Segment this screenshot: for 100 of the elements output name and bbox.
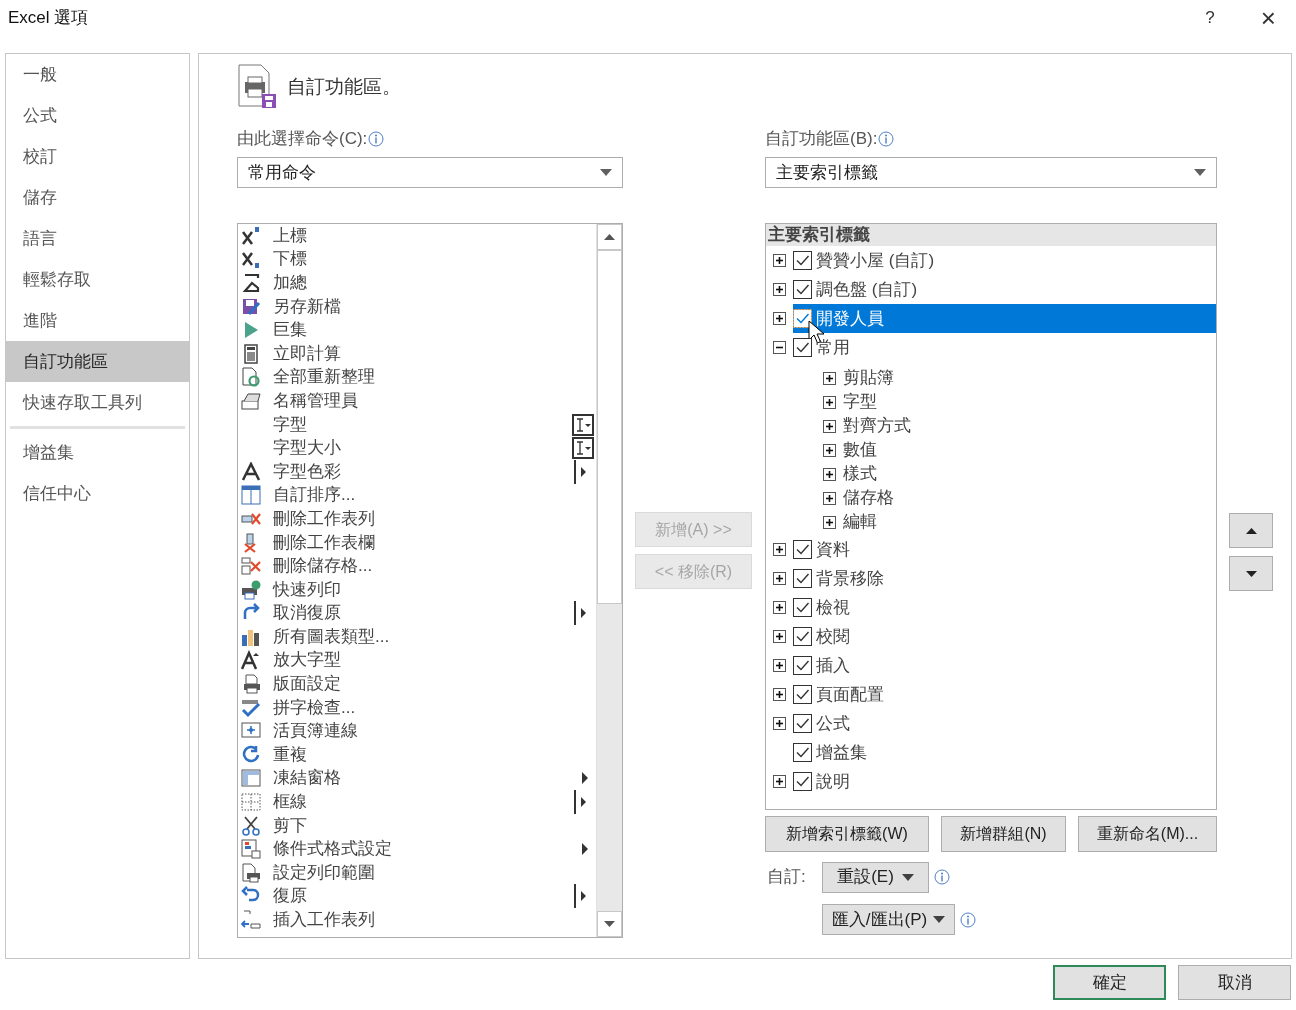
- expand-icon[interactable]: [823, 467, 836, 481]
- close-button[interactable]: ×: [1260, 5, 1276, 31]
- tree-item[interactable]: 公式: [793, 709, 1216, 738]
- tree-item[interactable]: 增益集: [793, 738, 1216, 767]
- command-item[interactable]: 重複: [273, 743, 307, 766]
- command-item[interactable]: 快速列印: [273, 578, 341, 601]
- move-up-button[interactable]: [1229, 513, 1273, 548]
- sidebar-item[interactable]: 儲存: [6, 177, 189, 218]
- tree-item[interactable]: 開發人員: [793, 304, 1216, 333]
- tree-item[interactable]: 儲存格: [843, 485, 894, 511]
- command-item[interactable]: 上標: [273, 224, 307, 247]
- expand-icon[interactable]: [823, 443, 836, 457]
- checkbox[interactable]: [793, 280, 812, 299]
- command-item[interactable]: 名稱管理員: [273, 389, 358, 412]
- command-item[interactable]: 版面設定: [273, 673, 341, 696]
- expand-icon[interactable]: [773, 688, 786, 701]
- tree-action-button[interactable]: 重新命名(M)...: [1078, 816, 1217, 852]
- sidebar-item[interactable]: 快速存取工具列: [6, 382, 189, 423]
- reset-dropdown-button[interactable]: 重設(E): [822, 861, 929, 893]
- command-item[interactable]: 字型大小: [273, 437, 341, 460]
- command-item[interactable]: 加總: [273, 272, 307, 294]
- expand-icon[interactable]: [773, 601, 786, 614]
- command-item[interactable]: 字型色彩: [273, 460, 341, 483]
- command-item[interactable]: 條件式格式設定: [273, 838, 392, 861]
- sidebar-item[interactable]: 語言: [6, 218, 189, 259]
- expand-icon[interactable]: [773, 630, 786, 643]
- tree-action-button[interactable]: 新增索引標籤(W): [765, 816, 929, 852]
- checkbox[interactable]: [793, 338, 812, 357]
- command-item[interactable]: 插入工作表列: [273, 909, 375, 931]
- tree-item[interactable]: 校閱: [793, 622, 1216, 651]
- command-item[interactable]: 凍結窗格: [273, 767, 341, 790]
- scrollbar[interactable]: [596, 224, 622, 937]
- tree-item[interactable]: 資料: [793, 535, 1216, 564]
- command-item[interactable]: 所有圖表類型...: [273, 625, 390, 648]
- sidebar-item[interactable]: 信任中心: [6, 473, 189, 514]
- checkbox[interactable]: [793, 309, 812, 328]
- import-export-dropdown-button[interactable]: 匯入/匯出(P): [822, 904, 955, 935]
- command-item[interactable]: 刪除工作表列: [273, 507, 375, 530]
- expand-icon[interactable]: [773, 543, 786, 556]
- command-item[interactable]: 另存新檔: [273, 295, 341, 318]
- help-button[interactable]: ?: [1205, 5, 1215, 31]
- sidebar-item[interactable]: 進階: [6, 300, 189, 341]
- checkbox[interactable]: [793, 743, 812, 762]
- command-item[interactable]: 自訂排序...: [273, 484, 356, 507]
- command-item[interactable]: 活頁簿連線: [273, 720, 358, 743]
- move-down-button[interactable]: [1229, 556, 1273, 591]
- expand-icon[interactable]: [823, 515, 836, 529]
- command-item[interactable]: 設定列印範圍: [273, 861, 375, 884]
- sidebar-item[interactable]: 自訂功能區: [6, 341, 189, 382]
- command-item[interactable]: 放大字型: [273, 649, 341, 672]
- expand-icon[interactable]: [823, 371, 836, 385]
- expand-icon[interactable]: [773, 572, 786, 585]
- checkbox[interactable]: [793, 598, 812, 617]
- sidebar-item[interactable]: 增益集: [6, 432, 189, 473]
- checkbox[interactable]: [793, 251, 812, 270]
- tree-item[interactable]: 編輯: [843, 509, 877, 535]
- tree-item[interactable]: 常用: [793, 333, 1216, 362]
- tree-item[interactable]: 對齊方式: [843, 413, 911, 439]
- command-item[interactable]: 拼字檢查...: [273, 696, 356, 719]
- collapse-icon[interactable]: [773, 341, 786, 354]
- sidebar-item[interactable]: 公式: [6, 95, 189, 136]
- command-item[interactable]: 立即計算: [273, 342, 341, 365]
- expand-icon[interactable]: [773, 659, 786, 672]
- tree-item[interactable]: 字型: [843, 389, 877, 415]
- command-item[interactable]: 巨集: [273, 319, 307, 342]
- command-item[interactable]: 全部重新整理: [273, 366, 375, 389]
- command-item[interactable]: 刪除工作表欄: [273, 531, 375, 554]
- dialog-button[interactable]: 取消: [1178, 965, 1291, 1000]
- ribbon-dropdown[interactable]: 主要索引標籤: [765, 157, 1217, 188]
- tree-item[interactable]: 樣式: [843, 461, 877, 487]
- scroll-thumb[interactable]: [597, 250, 622, 604]
- tree-item[interactable]: 檢視: [793, 593, 1216, 622]
- command-item[interactable]: 下標: [273, 248, 307, 271]
- sidebar-item[interactable]: 一般: [6, 54, 189, 95]
- sidebar-item[interactable]: 輕鬆存取: [6, 259, 189, 300]
- expand-icon[interactable]: [823, 395, 836, 409]
- tree-item[interactable]: 說明: [793, 767, 1216, 796]
- command-item[interactable]: 刪除儲存格...: [273, 555, 373, 578]
- expand-icon[interactable]: [773, 775, 786, 788]
- tree-item[interactable]: 背景移除: [793, 564, 1216, 593]
- scroll-up-button[interactable]: [597, 224, 622, 250]
- tree-item[interactable]: 調色盤 (自訂): [793, 275, 1216, 304]
- sidebar-item[interactable]: 校訂: [6, 136, 189, 177]
- command-item[interactable]: 框線: [273, 791, 307, 814]
- dialog-button[interactable]: 確定: [1053, 965, 1166, 1000]
- checkbox[interactable]: [793, 714, 812, 733]
- command-item[interactable]: 復原: [273, 885, 307, 908]
- command-item[interactable]: 字型: [273, 413, 307, 436]
- expand-icon[interactable]: [773, 283, 786, 296]
- tree-item[interactable]: 贊贊小屋 (自訂): [793, 246, 1216, 275]
- checkbox[interactable]: [793, 772, 812, 791]
- checkbox[interactable]: [793, 685, 812, 704]
- expand-icon[interactable]: [823, 419, 836, 433]
- command-item[interactable]: 取消復原: [273, 602, 341, 625]
- commands-dropdown[interactable]: 常用命令: [237, 157, 623, 188]
- tree-item[interactable]: 插入: [793, 651, 1216, 680]
- expand-icon[interactable]: [823, 491, 836, 505]
- tree-item[interactable]: 剪貼簿: [843, 365, 894, 391]
- scroll-down-button[interactable]: [597, 911, 622, 937]
- expand-icon[interactable]: [773, 312, 786, 325]
